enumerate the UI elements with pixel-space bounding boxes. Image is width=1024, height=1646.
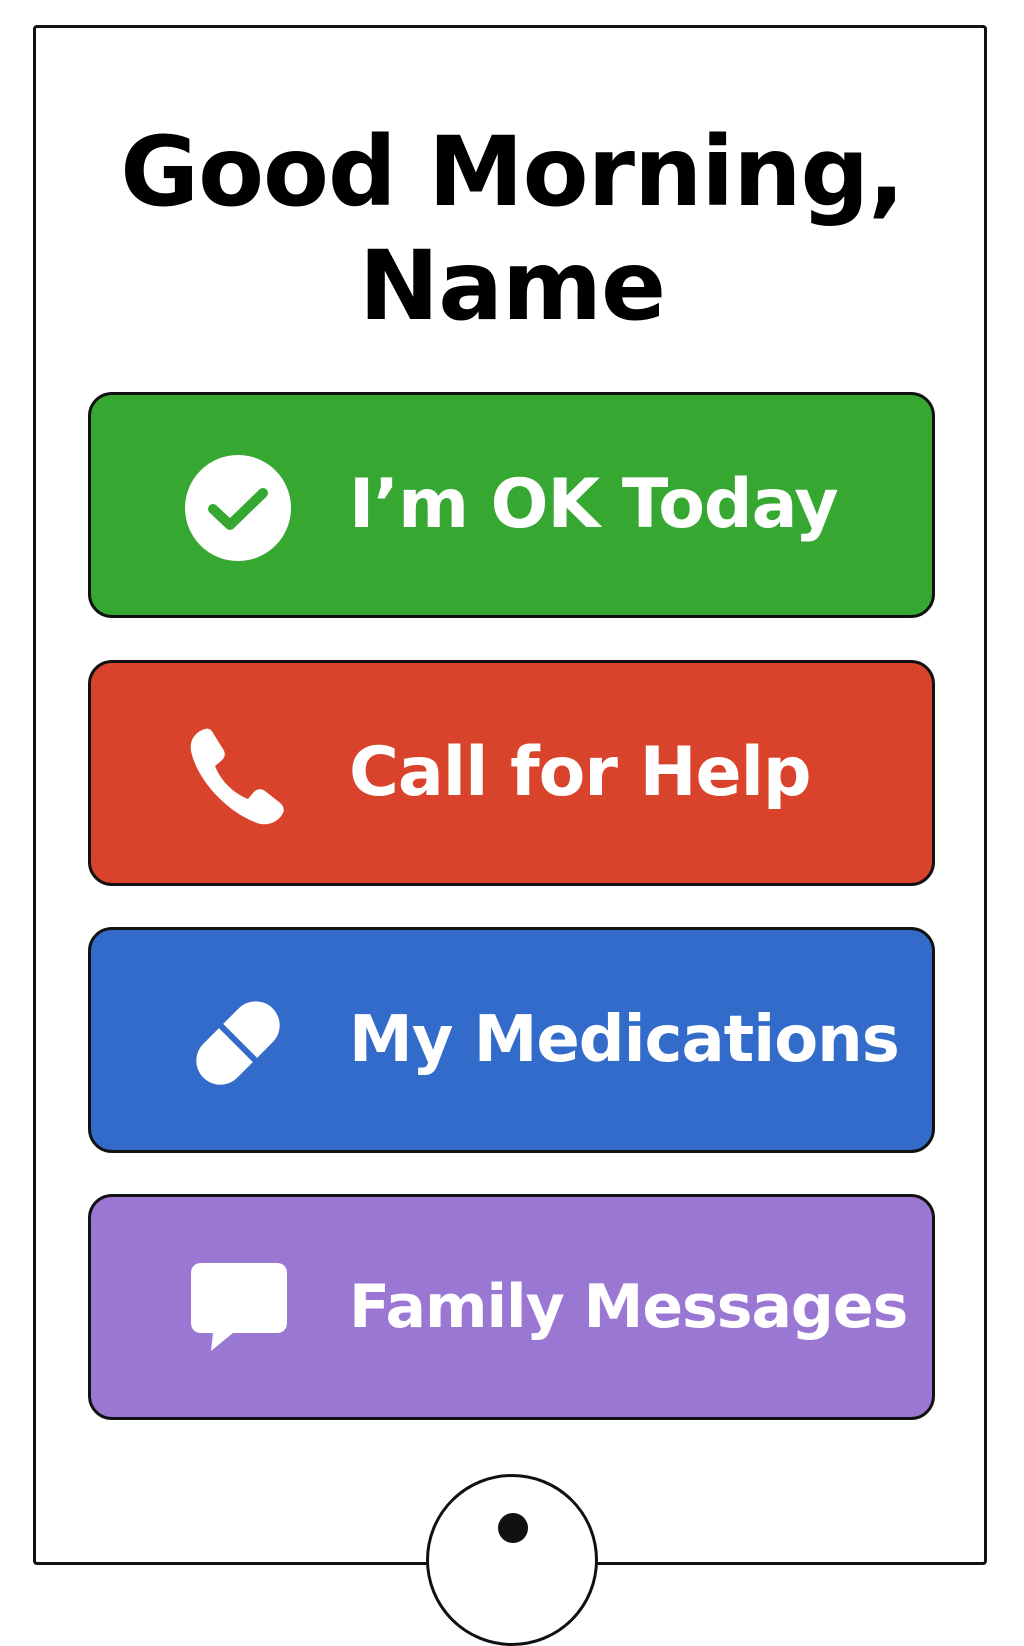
home-button[interactable] [426, 1474, 598, 1646]
greeting-heading: Good Morning, Name [0, 115, 1024, 343]
call-for-help-label: Call for Help [349, 733, 812, 812]
my-medications-button[interactable]: My Medications [88, 927, 935, 1153]
greeting-line-2: Name [358, 230, 666, 342]
family-messages-label: Family Messages [349, 1272, 908, 1342]
pill-icon [183, 988, 293, 1098]
chat-bubble-icon [183, 1255, 293, 1365]
im-ok-today-button[interactable]: I’m OK Today [88, 392, 935, 618]
family-messages-button[interactable]: Family Messages [88, 1194, 935, 1420]
check-circle-icon [183, 453, 293, 563]
call-for-help-button[interactable]: Call for Help [88, 660, 935, 886]
my-medications-label: My Medications [349, 1003, 900, 1077]
phone-icon [183, 721, 293, 831]
greeting-line-1: Good Morning, [120, 116, 904, 228]
im-ok-today-label: I’m OK Today [349, 465, 839, 544]
home-indicator-dot [498, 1513, 528, 1543]
